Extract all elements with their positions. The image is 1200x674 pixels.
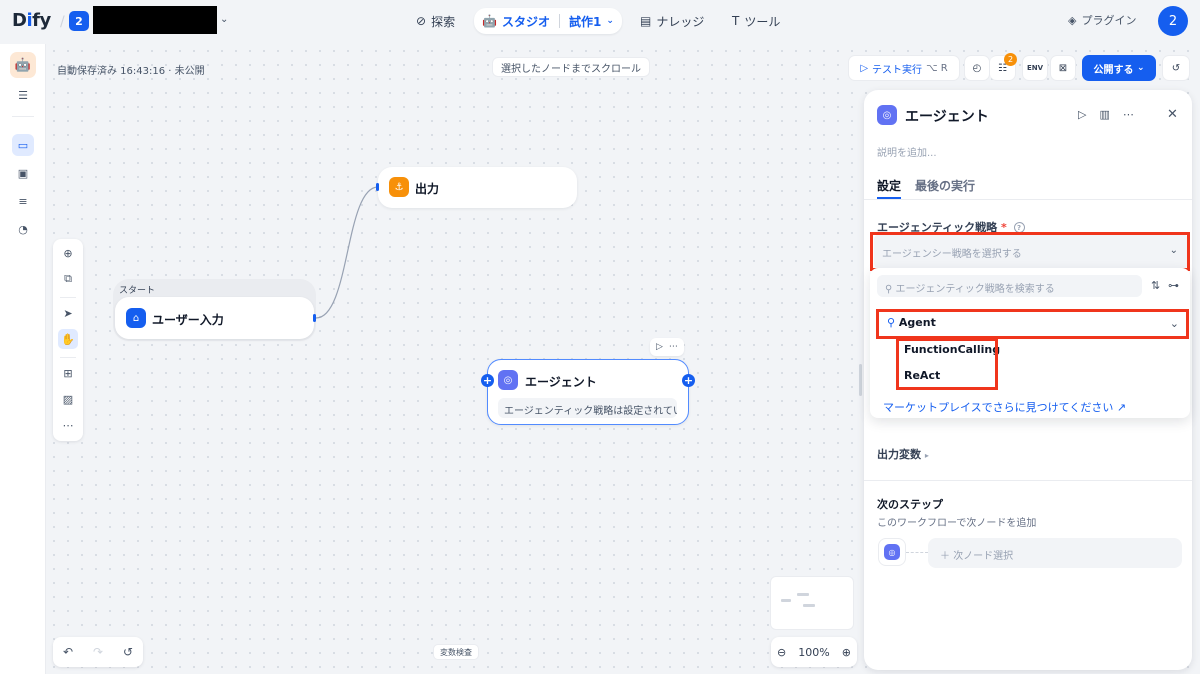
agent-node-status: エージェンティック戦略は設定されていません [498,398,677,418]
play-icon[interactable]: ▷ [1078,108,1086,121]
caret-right-icon: ▸ [924,451,929,460]
help-icon[interactable]: ? [1013,222,1025,233]
chevron-down-icon: ⌄ [1169,245,1178,256]
panel-tabs: 設定 最後の実行 [877,177,975,194]
next-step-description: このワークフローで次ノードを追加 [877,518,1037,529]
zoom-out-icon[interactable]: ⊖ [777,646,786,659]
agent-icon: ◎ [877,105,897,125]
more-icon[interactable]: ⋯ [669,342,678,352]
description-input[interactable]: 説明を追加... [877,144,937,159]
output-icon: ⚓ [389,177,409,197]
output-variables-toggle[interactable]: 出力変数 ▸ [877,446,929,462]
strategy-select[interactable]: エージェンシー戦略を選択する ⌄ [874,234,1188,269]
agent-node-title: エージェント [525,375,597,389]
zoom-level[interactable]: 100% [798,646,829,659]
agent-icon: ◎ [884,544,900,560]
zoom-control: ⊖ 100% ⊕ [771,637,857,667]
user-input-title: ユーザー入力 [152,313,224,327]
strategy-group-agent[interactable]: ⚲ Agent ⌄ [879,312,1187,336]
history-icon[interactable]: ↺ [123,645,133,659]
start-label: スタート [119,286,156,296]
undo-icon[interactable]: ↶ [63,645,73,659]
node-handle[interactable] [313,314,316,322]
zoom-in-icon[interactable]: ⊕ [842,646,851,659]
sort-icon[interactable]: ⇅ [1151,279,1160,292]
panel-tools: ▷ ▥ ⋯ [1078,108,1134,121]
panel-title[interactable]: エージェント [905,106,989,126]
add-before-handle[interactable]: + [481,374,494,387]
tab-settings[interactable]: 設定 [877,177,901,194]
strategy-label: エージェンティック戦略 * ? [877,219,1025,235]
panel-resize-handle[interactable] [859,364,862,396]
node-actions: ▷ ⋯ [650,338,684,356]
chevron-down-icon: ⌄ [1169,317,1179,330]
home-icon: ⌂ [126,308,146,328]
variable-inspect-button[interactable]: 変数検査 [433,644,479,660]
redo-icon[interactable]: ↷ [93,645,103,659]
next-node-select[interactable]: ＋ 次ノード選択 [928,538,1182,568]
output-title: 出力 [415,182,440,196]
book-open-icon[interactable]: ▥ [1099,108,1109,121]
option-function-calling[interactable]: FunctionCalling [904,343,1000,356]
close-icon[interactable]: ✕ [1167,107,1178,122]
more-icon[interactable]: ⋯ [1123,108,1134,121]
agent-small-icon: ⚲ [887,316,896,329]
node-handle[interactable] [376,183,379,191]
tree-icon[interactable]: ⊶ [1168,279,1179,292]
plus-icon: ＋ [940,551,950,562]
strategy-search-input[interactable]: ⚲ エージェンティック戦略を検索する [877,275,1142,297]
current-node-icon: ◎ [878,538,906,566]
marketplace-link[interactable]: マーケットプレイスでさらに見つけてください ↗ [883,399,1126,415]
undo-redo-bar: ↶ ↷ ↺ [53,637,143,667]
play-icon[interactable]: ▷ [656,342,663,352]
next-step-title: 次のステップ [877,498,943,511]
add-after-handle[interactable]: + [682,374,695,387]
option-react[interactable]: ReAct [904,369,940,382]
minimap[interactable] [770,576,854,630]
tab-last-run[interactable]: 最後の実行 [915,177,975,194]
agent-icon: ◎ [498,370,518,390]
search-icon: ⚲ [885,284,893,295]
